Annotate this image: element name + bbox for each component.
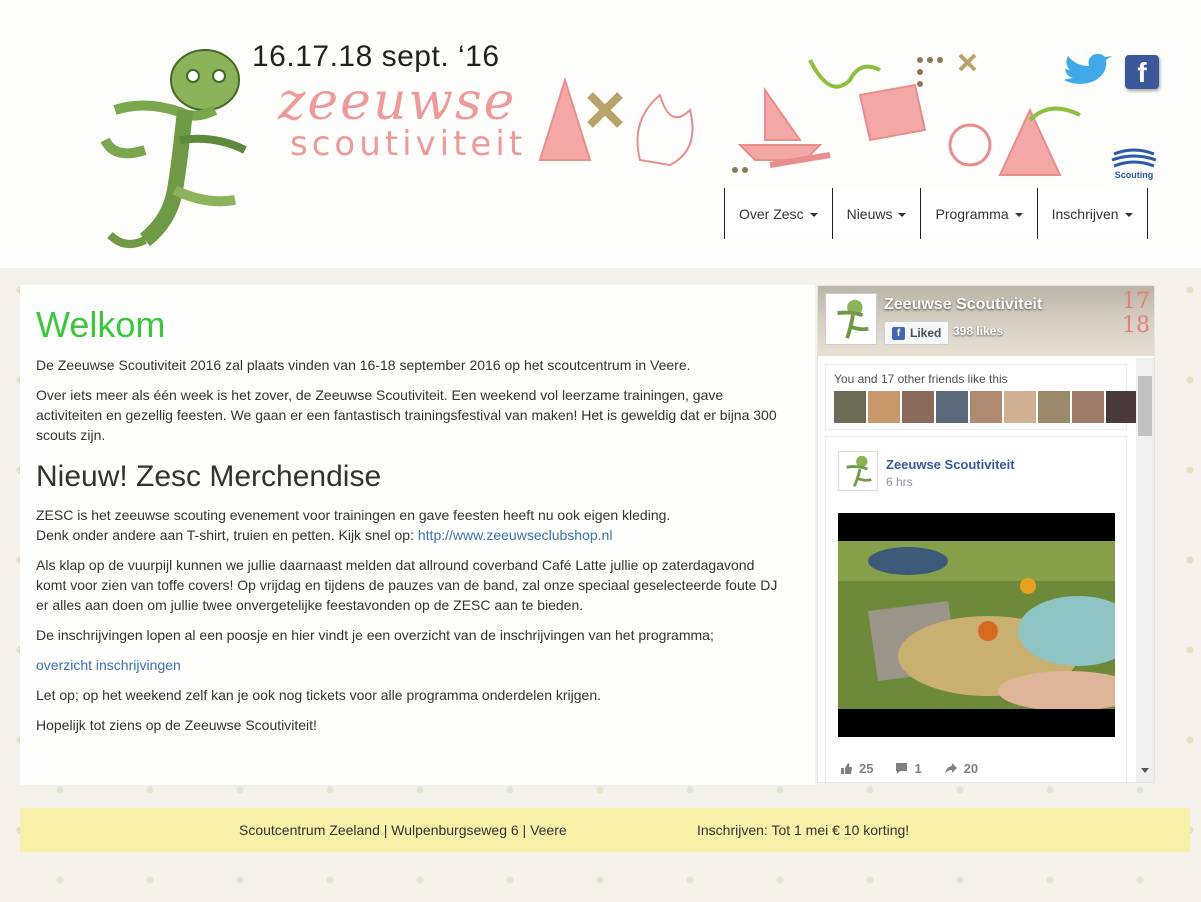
footer-promo: Inschrijven: Tot 1 mei € 10 korting!: [697, 822, 910, 838]
share-icon: [944, 763, 957, 774]
closing-paragraph: Hopelijk tot ziens op de Zeeuwse Scoutiv…: [36, 717, 317, 733]
intro-paragraph: De Zeeuwse Scoutiviteit 2016 zal plaats …: [36, 357, 691, 373]
site-footer: Scoutcentrum Zeeland | Wulpenburgseweg 6…: [20, 808, 1190, 852]
thumbs-up-icon: [841, 763, 852, 774]
fb-post-author-avatar[interactable]: [838, 451, 878, 491]
caret-down-icon: [898, 212, 907, 217]
registration-paragraph: De inschrijvingen lopen al een poosje en…: [36, 627, 714, 643]
fb-share-action[interactable]: 20: [944, 761, 978, 776]
fb-friends-text: You and 17 other friends like this: [834, 372, 1008, 386]
fb-post-time[interactable]: 6 hrs: [886, 475, 913, 489]
facebook-icon[interactable]: f: [1125, 55, 1159, 89]
nav-label: Programma: [935, 205, 1009, 222]
friend-avatar[interactable]: [868, 391, 900, 423]
header-doodles: [538, 53, 1081, 176]
caret-down-icon: [1124, 212, 1133, 217]
week-paragraph: Over iets meer als één week is het zover…: [36, 387, 777, 443]
fb-scrollbar[interactable]: [1136, 358, 1154, 782]
nav-label: Inschrijven: [1051, 205, 1119, 222]
friend-avatar[interactable]: [1106, 391, 1138, 423]
fb-like-count: 398 likes: [953, 324, 1004, 338]
caret-down-icon: [809, 212, 818, 217]
fb-page-avatar[interactable]: [825, 293, 877, 345]
scouting-waves-icon: [1111, 148, 1157, 168]
nav-inschrijven[interactable]: Inschrijven: [1036, 188, 1148, 239]
caret-down-icon: [1014, 212, 1023, 217]
fb-liked-label: Liked: [910, 326, 942, 340]
band-paragraph: Als klap op de vuurpijl kunnen we jullie…: [36, 557, 778, 613]
fb-post: Zeeuwse Scoutiviteit 6 hrs 25 1 20: [825, 436, 1127, 782]
fb-cover-date-line: 18: [1122, 313, 1150, 338]
main-nav: Over Zesc Nieuws Programma Inschrijven: [724, 188, 1148, 239]
zesc-mascot-logo[interactable]: [85, 40, 265, 255]
fb-post-author[interactable]: Zeeuwse Scoutiviteit: [886, 457, 1015, 472]
main-content: Welkom De Zeeuwse Scoutiviteit 2016 zal …: [20, 285, 815, 785]
nav-label: Nieuws: [846, 205, 893, 222]
scouting-logo-text: Scouting: [1114, 170, 1154, 180]
merch-line2: Denk onder andere aan T-shirt, truien en…: [36, 527, 418, 543]
fb-like-action[interactable]: 25: [840, 761, 873, 776]
footer-address: Scoutcentrum Zeeland | Wulpenburgseweg 6…: [239, 822, 567, 838]
fb-comment-action[interactable]: 1: [895, 761, 922, 776]
registration-link-paragraph: overzicht inschrijvingen: [36, 655, 786, 675]
site-header: 16.17.18 sept. ‘16 zeeuwse scoutiviteit: [0, 0, 1201, 268]
fb-cover-photo[interactable]: 17 18 Zeeuwse Scoutiviteit f Liked 398 l…: [818, 286, 1154, 356]
friend-avatar[interactable]: [936, 391, 968, 423]
merch-line1: ZESC is het zeeuwse scouting evenement v…: [36, 507, 671, 523]
nav-label: Over Zesc: [739, 205, 804, 222]
fb-comment-count: 1: [914, 761, 922, 776]
fb-cover-date: 17 18: [1122, 290, 1150, 338]
fb-friend-faces: [834, 391, 1138, 423]
fb-friends-box: You and 17 other friends like this: [825, 364, 1138, 430]
facebook-f-icon: f: [892, 326, 905, 340]
fb-scroll-thumb[interactable]: [1138, 376, 1152, 436]
fb-share-count: 20: [963, 761, 979, 776]
registration-overview-link[interactable]: overzicht inschrijvingen: [36, 657, 181, 673]
friend-avatar[interactable]: [1072, 391, 1104, 423]
brand-subtitle[interactable]: scoutiviteit: [290, 124, 526, 164]
friend-avatar[interactable]: [970, 391, 1002, 423]
friend-avatar[interactable]: [834, 391, 866, 423]
welcome-heading: Welkom: [36, 304, 166, 345]
fb-liked-button[interactable]: f Liked: [884, 321, 950, 345]
comment-icon: [896, 763, 908, 774]
nav-over-zesc[interactable]: Over Zesc: [724, 188, 832, 239]
nav-nieuws[interactable]: Nieuws: [831, 188, 921, 239]
friend-avatar[interactable]: [1004, 391, 1036, 423]
scouting-logo[interactable]: Scouting: [1108, 148, 1160, 184]
page: 16.17.18 sept. ‘16 zeeuwse scoutiviteit: [0, 0, 1201, 902]
fb-cover-date-line: 17: [1122, 289, 1150, 314]
scroll-down-arrow-icon[interactable]: [1141, 768, 1149, 773]
tickets-paragraph: Let op; op het weekend zelf kan je ook n…: [36, 687, 602, 703]
event-date: 16.17.18 sept. ‘16: [252, 40, 500, 73]
facebook-page-widget: 17 18 Zeeuwse Scoutiviteit f Liked 398 l…: [817, 285, 1155, 783]
fb-page-name[interactable]: Zeeuwse Scoutiviteit: [884, 296, 1042, 314]
friend-avatar[interactable]: [902, 391, 934, 423]
video-frame: [838, 541, 1115, 709]
clubshop-link[interactable]: http://www.zeeuwseclubshop.nl: [418, 527, 613, 543]
friend-avatar[interactable]: [1038, 391, 1070, 423]
nav-programma[interactable]: Programma: [920, 188, 1037, 239]
fb-post-actions: 25 1 20: [840, 761, 978, 776]
twitter-icon[interactable]: [1060, 52, 1114, 92]
merch-heading: Nieuw! Zesc Merchendise: [36, 460, 382, 493]
merch-paragraph: ZESC is het zeeuwse scouting evenement v…: [36, 505, 786, 545]
fb-like-count-post: 25: [859, 761, 874, 776]
brand-title[interactable]: zeeuwse: [278, 72, 516, 132]
fb-post-video[interactable]: [838, 513, 1115, 737]
